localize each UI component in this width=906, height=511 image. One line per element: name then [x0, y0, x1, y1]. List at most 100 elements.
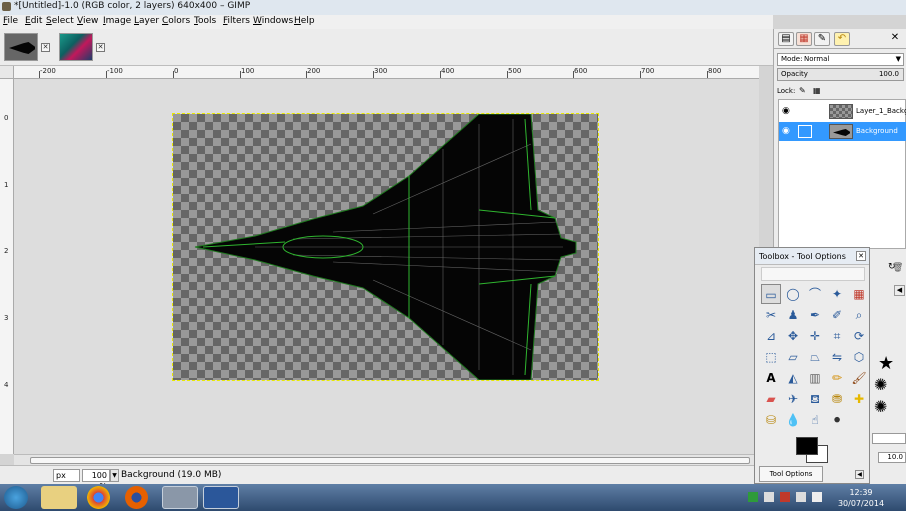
image-tab-jet[interactable] — [4, 33, 38, 61]
layer-row[interactable]: ◉ Layer_1_Backgro — [779, 102, 906, 121]
flip-icon[interactable]: ⇋ — [827, 347, 847, 367]
clone-icon[interactable]: ⛃ — [827, 389, 847, 409]
perspective-icon[interactable]: ⏢ — [805, 347, 825, 367]
tool-options-label: Tool Options — [769, 470, 813, 478]
zoom-input[interactable]: 100 % — [82, 469, 110, 491]
chevron-down-icon[interactable]: ▼ — [896, 55, 901, 63]
brush-star-icon[interactable]: ★ — [878, 353, 894, 374]
paintbrush-icon[interactable]: 🖌 — [849, 368, 869, 388]
tool-options-tab[interactable]: Tool Options — [759, 466, 823, 482]
menu-layer[interactable]: Layer — [134, 16, 159, 26]
align-icon[interactable]: ✛ — [805, 326, 825, 346]
cage-transform-icon[interactable]: ⬡ — [849, 347, 869, 367]
lock-pixels-icon[interactable]: ✎ — [799, 86, 806, 95]
shear-icon[interactable]: ▱ — [783, 347, 803, 367]
speaker-icon[interactable] — [812, 492, 822, 502]
scrollbar-thumb[interactable] — [30, 457, 750, 464]
text-tool-icon[interactable]: A — [761, 368, 781, 388]
ink-icon[interactable]: ⛾ — [805, 389, 825, 409]
free-select-icon[interactable]: ⌒ — [805, 284, 825, 304]
color-select-icon[interactable]: ▦ — [849, 284, 869, 304]
fuzzy-select-icon[interactable]: ✦ — [827, 284, 847, 304]
airbrush-icon[interactable]: ✈ — [783, 389, 803, 409]
brush-spacing-input[interactable]: 10.0 — [878, 452, 906, 463]
toolbox-title: Toolbox - Tool Options — [759, 252, 846, 261]
tray-icon[interactable] — [748, 492, 758, 502]
blur-icon[interactable]: 💧 — [783, 410, 803, 430]
close-icon[interactable]: ✕ — [856, 251, 866, 261]
start-button[interactable] — [4, 486, 28, 509]
menu-file[interactable]: File — [3, 16, 18, 26]
chevron-left-icon[interactable]: ◀ — [855, 470, 864, 479]
measure-icon[interactable]: ⊿ — [761, 326, 781, 346]
chevron-down-icon[interactable]: ▼ — [110, 469, 119, 482]
eye-icon[interactable]: ◉ — [782, 126, 790, 136]
unit-select[interactable]: px — [53, 469, 80, 482]
chevron-left-icon[interactable]: ◀ — [894, 285, 905, 296]
ruler-label: 400 — [441, 67, 455, 75]
menu-view[interactable]: View — [77, 16, 98, 26]
mode-select[interactable]: Mode: Normal ▼ — [777, 53, 904, 66]
brush-splatter-icon[interactable]: ✺ — [874, 375, 887, 394]
image-canvas[interactable] — [172, 113, 599, 381]
foreground-select-icon[interactable]: ♟ — [783, 305, 803, 325]
clock[interactable]: 12:39 30/07/2014 — [836, 487, 886, 509]
scale-icon[interactable]: ⬚ — [761, 347, 781, 367]
close-icon[interactable]: ✕ — [96, 43, 105, 52]
tray-icon[interactable] — [780, 492, 790, 502]
lock-alpha-icon[interactable]: ▦ — [813, 86, 821, 95]
paths-icon[interactable]: ✒ — [805, 305, 825, 325]
menu-edit[interactable]: Edit — [25, 16, 42, 26]
rotate-icon[interactable]: ⟳ — [849, 326, 869, 346]
bucket-fill-icon[interactable]: ◭ — [783, 368, 803, 388]
rect-select-icon[interactable]: ▭ — [761, 284, 781, 304]
zoom-icon[interactable]: ⌕ — [849, 305, 869, 325]
menu-help[interactable]: Help — [294, 16, 315, 26]
tray-icon[interactable] — [764, 492, 774, 502]
word-icon[interactable] — [203, 486, 239, 509]
layer-thumbnail — [829, 124, 853, 139]
gimp-taskbar-icon[interactable] — [162, 486, 198, 509]
foreground-color-swatch[interactable] — [796, 437, 818, 455]
crop-icon[interactable]: ⌗ — [827, 326, 847, 346]
eye-icon[interactable]: ◉ — [782, 106, 790, 116]
menu-windows[interactable]: Windows — [253, 16, 293, 26]
channels-tab-icon[interactable]: ▦ — [796, 32, 812, 46]
trash-icon[interactable]: 🗑 — [892, 263, 903, 273]
menu-select[interactable]: Select — [46, 16, 74, 26]
menu-filters[interactable]: Filters — [223, 16, 250, 26]
layers-tab-icon[interactable]: ▤ — [778, 32, 794, 46]
move-icon[interactable]: ✥ — [783, 326, 803, 346]
brush-size-row[interactable] — [872, 433, 906, 444]
heal-icon[interactable]: ✚ — [849, 389, 869, 409]
layer-row[interactable]: ◉ Background — [779, 122, 906, 141]
close-icon[interactable]: ✕ — [41, 43, 50, 52]
horizontal-scrollbar[interactable] — [14, 454, 759, 465]
close-icon[interactable]: ✕ — [887, 32, 903, 46]
color-picker-icon[interactable]: ✐ — [827, 305, 847, 325]
firefox-icon[interactable] — [125, 486, 148, 509]
pencil-icon[interactable]: ✏ — [827, 368, 847, 388]
dodge-burn-icon[interactable]: ⚫ — [827, 410, 847, 430]
image-tab-texture[interactable] — [59, 33, 93, 61]
menu-colors[interactable]: Colors — [162, 16, 190, 26]
menu-image[interactable]: Image — [103, 16, 131, 26]
tray-icon[interactable] — [796, 492, 806, 502]
smudge-icon[interactable]: ☝ — [805, 410, 825, 430]
perspective-clone-icon[interactable]: ⛁ — [761, 410, 781, 430]
explorer-icon[interactable] — [41, 486, 77, 509]
blend-icon[interactable]: ▥ — [805, 368, 825, 388]
chrome-icon[interactable] — [87, 486, 110, 509]
canvas-area[interactable] — [14, 79, 759, 454]
opacity-slider[interactable]: Opacity 100.0 — [777, 68, 904, 81]
ellipse-select-icon[interactable]: ◯ — [783, 284, 803, 304]
scissors-icon[interactable]: ✂ — [761, 305, 781, 325]
undo-tab-icon[interactable]: ↶ — [834, 32, 850, 46]
paths-tab-icon[interactable]: ✎ — [814, 32, 830, 46]
eraser-icon[interactable]: ▰ — [761, 389, 781, 409]
toolbox-title-bar: Toolbox - Tool Options ✕ — [755, 248, 869, 265]
brush-splatter-icon[interactable]: ✺ — [874, 397, 887, 416]
menu-tools[interactable]: Tools — [194, 16, 216, 26]
chain-toggle[interactable] — [798, 125, 812, 138]
ruler-left: 0 1 2 3 4 — [0, 79, 14, 454]
